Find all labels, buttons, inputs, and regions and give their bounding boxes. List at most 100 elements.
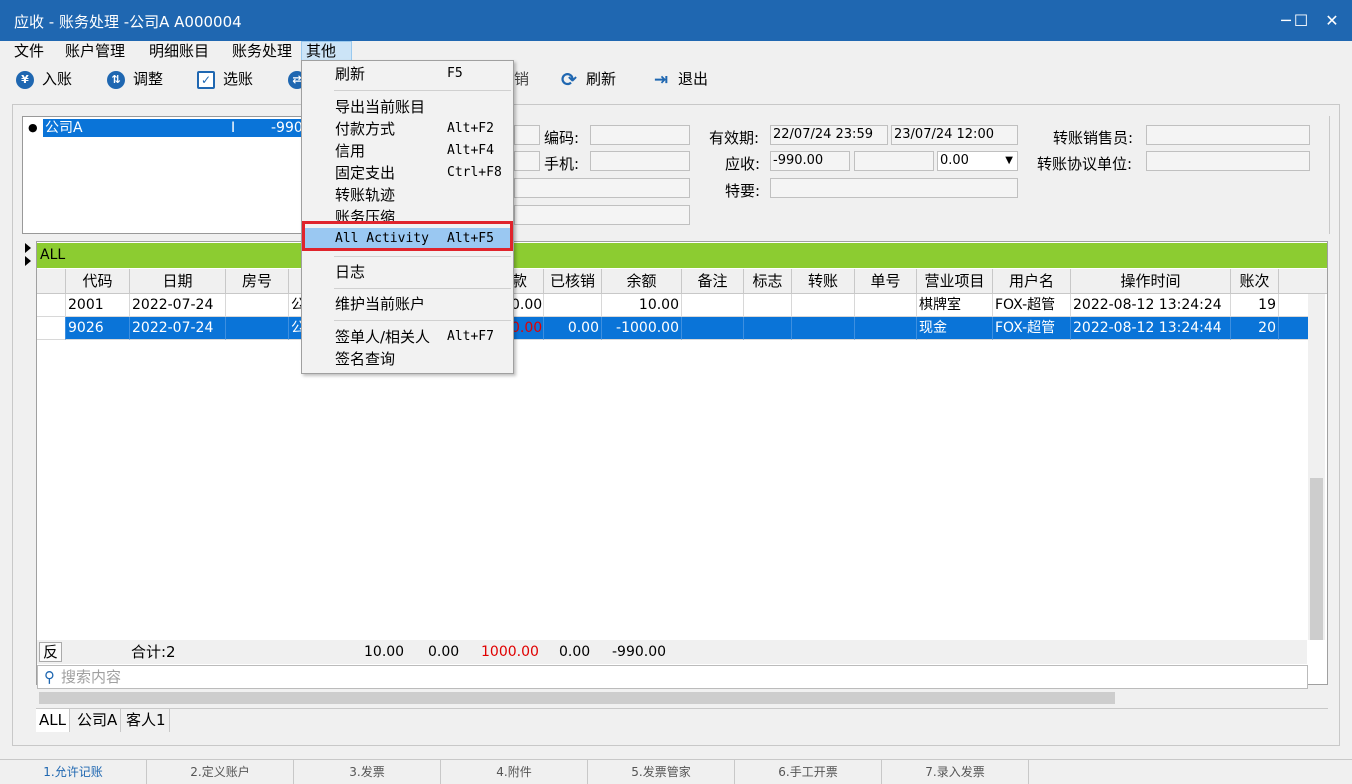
menu-other[interactable]: 其他 [301,41,352,62]
menu-item-log[interactable]: 日志 [304,261,511,283]
menu-accounting[interactable]: 账务处理 [228,41,296,62]
header-balance[interactable]: 余额 [602,269,682,294]
total-v1: 10.00 [364,644,405,660]
cell-seq: 19 [1231,294,1279,317]
menu-item-refresh[interactable]: 刷新 F5 [304,63,511,85]
bottom-tab-allow-posting[interactable]: 1.允许记账 [0,760,147,784]
header-transfer[interactable]: 转账 [792,269,855,294]
sales-field[interactable] [1146,125,1310,145]
total-v4: 0.00 [559,644,591,660]
valid-from-field[interactable]: 22/07/24 23:59 [770,125,888,145]
tab-guest-1[interactable]: 客人1 [123,709,170,732]
select-button[interactable]: ✓ 选账 [197,67,253,91]
code-field[interactable] [590,125,690,145]
close-icon[interactable]: ✕ [1310,0,1352,41]
cell-balance: -1000.00 [602,317,682,340]
exit-button[interactable]: ⇥ 退出 [652,67,708,91]
splitter-arrow-icon[interactable] [25,256,31,266]
unit-field[interactable] [1146,151,1310,171]
header-note[interactable]: 备注 [682,269,744,294]
name-field[interactable] [514,125,540,145]
menu-separator [334,90,511,91]
bottom-tab-attachment[interactable]: 4.附件 [441,760,588,784]
receivable-extra-field[interactable] [854,151,934,171]
cell-user: FOX-超管 [993,317,1071,340]
search-icon: ⚲ [44,668,55,686]
cell-code: 2001 [66,294,130,317]
remark-field[interactable] [514,205,690,225]
cell-room [226,317,289,340]
refresh-icon: ⟳ [561,68,577,91]
search-input[interactable]: ⚲ 搜索内容 [37,665,1308,689]
splitter-arrow-icon[interactable] [25,243,31,253]
header-item[interactable]: 营业项目 [917,269,993,294]
table-row[interactable]: 2001 2022-07-24 公 0.00 10.00 棋牌室 FOX-超管 … [37,294,1308,317]
menu-item-transfer-trace[interactable]: 转账轨迹 [304,184,511,206]
header-user[interactable]: 用户名 [993,269,1071,294]
cell-item: 棋牌室 [917,294,993,317]
menu-detail-ledger[interactable]: 明细账目 [145,41,213,62]
menu-item-signer[interactable]: 签单人/相关人 Alt+F7 [304,326,511,348]
menu-account-management[interactable]: 账户管理 [61,41,129,62]
menu-item-export[interactable]: 导出当前账目 [304,96,511,118]
header-flag[interactable]: 标志 [744,269,792,294]
cell-user: FOX-超管 [993,294,1071,317]
header-written-off[interactable]: 已核销 [544,269,602,294]
highlight-box [302,221,513,251]
scrollbar-thumb[interactable] [39,692,1115,704]
cell-written-off: 0.00 [544,317,602,340]
menu-item-maintain-account[interactable]: 维护当前账户 [304,293,511,315]
adjust-icon: ⇅ [107,70,125,89]
bottom-tab-invoice-manager[interactable]: 5.发票管家 [588,760,735,784]
account-list[interactable]: ● 公司A I -990. [22,116,312,234]
header-code[interactable]: 代码 [66,269,130,294]
header-indicator [37,269,66,294]
bottom-tab-enter-invoice[interactable]: 7.录入发票 [882,760,1029,784]
account-tabs: ALL 公司A 客人1 [36,708,1328,732]
menu-item-fixed-expenses[interactable]: 固定支出 Ctrl+F8 [304,162,511,184]
contact-field[interactable] [514,151,540,171]
app-window: 应收 - 账务处理 -公司A A000004 ─ ☐ ✕ 文件 账户管理 明细账… [0,0,1352,784]
cell-filler [1279,317,1308,340]
refresh-button[interactable]: ⟳ 刷新 [560,67,616,91]
cell-written-off [544,294,602,317]
menu-item-payment-methods[interactable]: 付款方式 Alt+F2 [304,118,511,140]
account-list-item[interactable]: ● 公司A I -990. [25,119,311,137]
header-date[interactable]: 日期 [130,269,226,294]
valid-label: 有效期: [709,129,760,147]
reverse-button[interactable]: 反 [39,642,63,662]
mobile-field[interactable] [590,151,690,171]
menu-file[interactable]: 文件 [10,41,48,62]
cell-seq: 20 [1231,317,1279,340]
horizontal-scrollbar[interactable] [37,690,1325,706]
valid-to-field[interactable]: 23/07/24 12:00 [891,125,1018,145]
header-room[interactable]: 房号 [226,269,289,294]
address-field[interactable] [514,178,690,198]
adjust-button[interactable]: ⇅ 调整 [107,67,163,91]
header-seq[interactable]: 账次 [1231,269,1279,294]
cell-flag [744,317,792,340]
menu-item-credit[interactable]: 信用 Alt+F4 [304,140,511,162]
cell-time: 2022-08-12 13:24:24 [1071,294,1231,317]
cell-date: 2022-07-24 [130,317,226,340]
sales-label: 转账销售员: [1053,129,1134,147]
scrollbar-thumb[interactable] [1310,478,1323,640]
bottom-tab-manual-invoice[interactable]: 6.手工开票 [735,760,882,784]
header-amount[interactable]: 款 [509,269,544,294]
writeoff-button[interactable]: 销 [514,67,529,91]
vertical-scrollbar[interactable] [1308,294,1325,640]
header-number[interactable]: 单号 [855,269,917,294]
receivable-field[interactable]: -990.00 [770,151,850,171]
special-field[interactable] [770,178,1018,198]
table-row-selected[interactable]: 9026 2022-07-24 公 0.00 0.00 -1000.00 现金 … [37,317,1308,340]
bottom-tab-invoice[interactable]: 3.发票 [294,760,441,784]
bottom-tab-define-account[interactable]: 2.定义账户 [147,760,294,784]
tab-all[interactable]: ALL [36,709,70,732]
currency-select[interactable]: 0.00 ▼ [937,151,1018,171]
cell-item: 现金 [917,317,993,340]
tab-company-a[interactable]: 公司A [74,709,122,732]
menu-item-signature-query[interactable]: 签名查询 [304,348,511,370]
cell-amount: 0.00 [509,317,544,340]
header-time[interactable]: 操作时间 [1071,269,1231,294]
post-button[interactable]: ¥ 入账 [16,67,72,91]
